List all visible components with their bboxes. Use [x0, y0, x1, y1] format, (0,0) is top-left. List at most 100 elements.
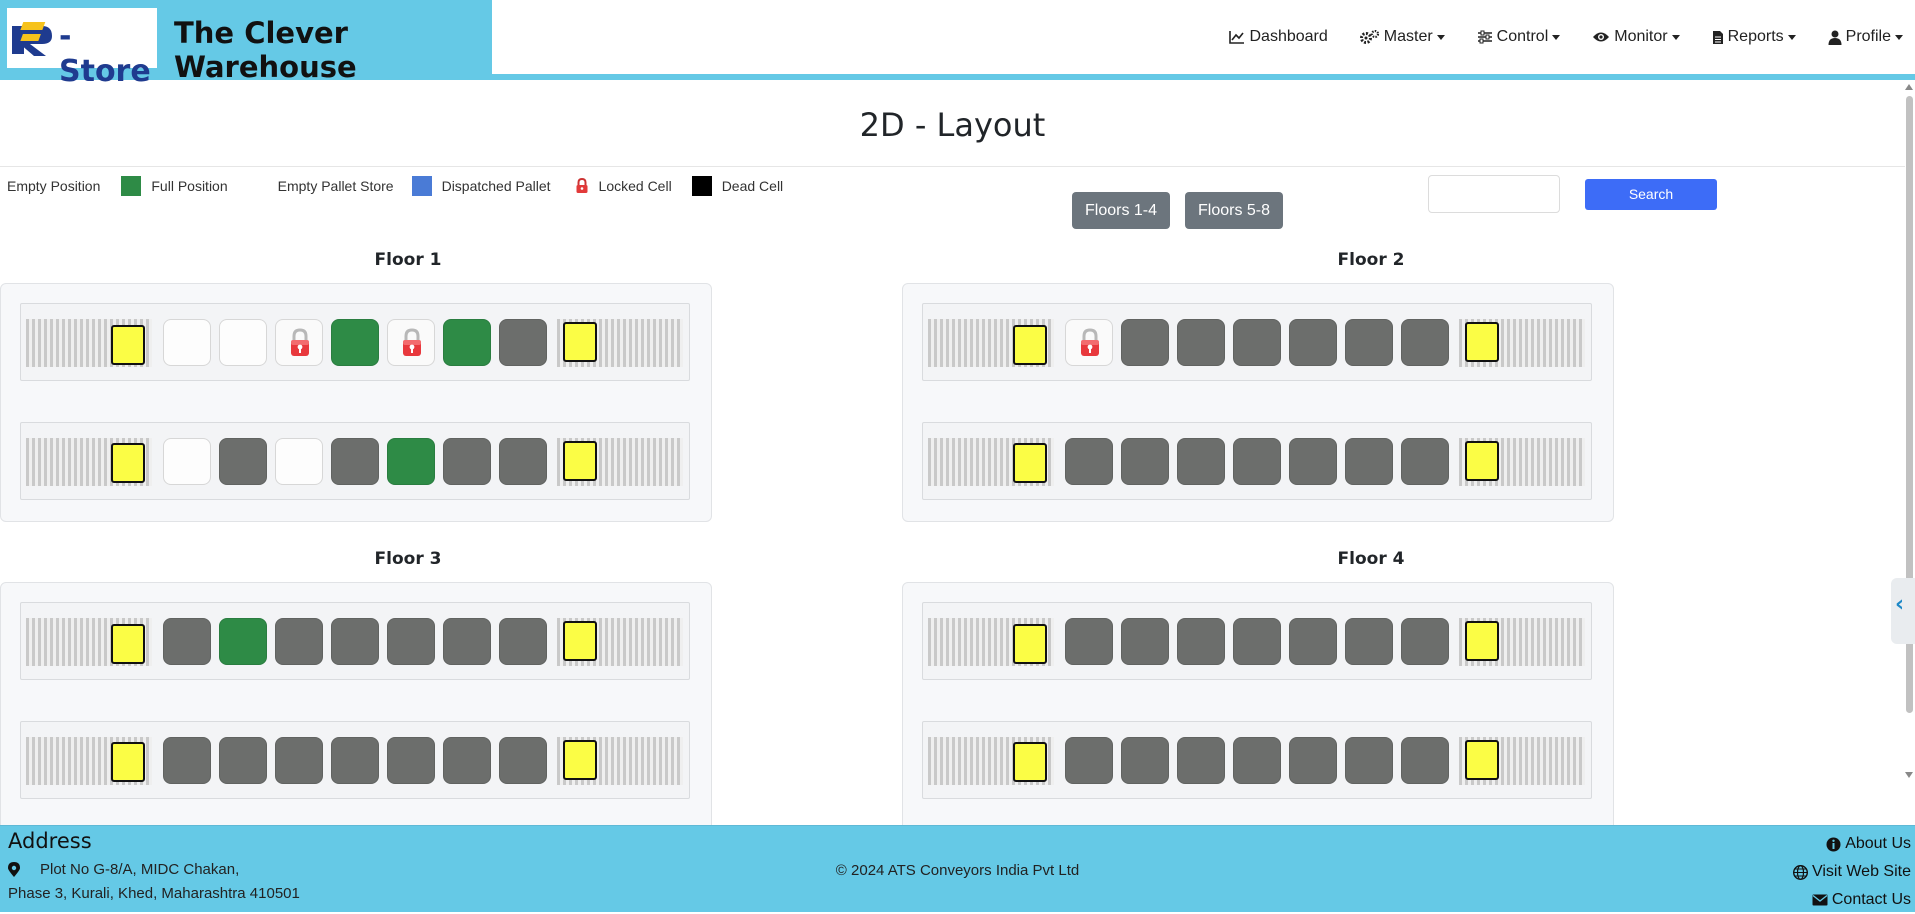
storage-cell-full[interactable]	[219, 618, 267, 665]
gears-icon	[1359, 30, 1379, 44]
storage-cell-store[interactable]	[331, 737, 379, 784]
storage-cell-store[interactable]	[219, 438, 267, 485]
divider	[0, 166, 1905, 167]
storage-cell-store[interactable]	[387, 618, 435, 665]
contact-us-link[interactable]: Contact Us	[1793, 886, 1911, 914]
storage-cell-locked[interactable]	[387, 319, 435, 366]
storage-cell-store[interactable]	[1401, 319, 1449, 366]
storage-cell-store[interactable]	[1065, 618, 1113, 665]
storage-cell-store[interactable]	[275, 737, 323, 784]
storage-cell-store[interactable]	[1345, 737, 1393, 784]
storage-cell-store[interactable]	[275, 618, 323, 665]
floor-2-panel	[902, 283, 1614, 522]
floors-1-4-button[interactable]: Floors 1-4	[1072, 192, 1171, 229]
storage-cell-store[interactable]	[443, 737, 491, 784]
storage-cell-store[interactable]	[1401, 438, 1449, 485]
scroll-down-icon[interactable]	[1905, 772, 1913, 778]
pallet[interactable]	[1465, 621, 1499, 661]
storage-cell-empty[interactable]	[163, 438, 211, 485]
legend-swatch	[411, 176, 432, 196]
storage-cell-store[interactable]	[1177, 618, 1225, 665]
storage-cell-locked[interactable]	[1065, 319, 1113, 366]
about-us-link[interactable]: About Us	[1793, 830, 1911, 858]
storage-cell-store[interactable]	[499, 319, 547, 366]
storage-cell-store[interactable]	[1233, 737, 1281, 784]
pallet[interactable]	[111, 325, 145, 365]
storage-cell-store[interactable]	[1289, 438, 1337, 485]
storage-cell-store[interactable]	[1289, 319, 1337, 366]
storage-cell-store[interactable]	[1345, 618, 1393, 665]
storage-cell-store[interactable]	[1233, 618, 1281, 665]
storage-cell-empty[interactable]	[275, 438, 323, 485]
search-input[interactable]	[1428, 175, 1560, 213]
pallet[interactable]	[111, 742, 145, 782]
storage-cell-store[interactable]	[443, 438, 491, 485]
storage-cell-store[interactable]	[219, 737, 267, 784]
storage-cell-store[interactable]	[499, 737, 547, 784]
pallet[interactable]	[563, 441, 597, 481]
storage-cell-store[interactable]	[499, 618, 547, 665]
legend-swatch	[691, 176, 712, 196]
vertical-scrollbar[interactable]	[1903, 82, 1915, 782]
storage-cell-store[interactable]	[499, 438, 547, 485]
pallet[interactable]	[111, 624, 145, 664]
floors-5-8-button[interactable]: Floors 5-8	[1185, 192, 1284, 229]
storage-cell-store[interactable]	[1401, 737, 1449, 784]
pallet[interactable]	[1465, 441, 1499, 481]
storage-cell-store[interactable]	[1065, 737, 1113, 784]
storage-cell-store[interactable]	[1401, 618, 1449, 665]
side-panel-toggle[interactable]: ‹	[1891, 578, 1915, 644]
storage-cell-store[interactable]	[1121, 438, 1169, 485]
storage-cell-store[interactable]	[1121, 319, 1169, 366]
exit-conveyor	[557, 737, 683, 785]
storage-cell-store[interactable]	[1345, 319, 1393, 366]
storage-cell-store[interactable]	[387, 737, 435, 784]
nav-profile[interactable]: Profile	[1828, 28, 1903, 46]
storage-cell-store[interactable]	[1289, 737, 1337, 784]
info-circle-icon	[1826, 837, 1841, 851]
pallet[interactable]	[1013, 624, 1047, 664]
storage-cell-store[interactable]	[163, 618, 211, 665]
storage-cell-full[interactable]	[331, 319, 379, 366]
scroll-up-icon[interactable]	[1905, 84, 1913, 90]
storage-cell-full[interactable]	[387, 438, 435, 485]
storage-cell-empty[interactable]	[163, 319, 211, 366]
legend-dead-cell: Dead Cell	[691, 176, 783, 196]
pallet[interactable]	[1465, 322, 1499, 362]
storage-cell-store[interactable]	[331, 618, 379, 665]
nav-reports[interactable]: Reports	[1712, 28, 1796, 46]
storage-cell-store[interactable]	[1177, 438, 1225, 485]
nav-master[interactable]: Master	[1359, 28, 1445, 46]
storage-cell-store[interactable]	[331, 438, 379, 485]
pallet[interactable]	[563, 322, 597, 362]
pallet[interactable]	[111, 443, 145, 483]
sliders-icon	[1477, 30, 1492, 44]
visit-website-link[interactable]: Visit Web Site	[1792, 858, 1911, 886]
nav-label: Reports	[1727, 28, 1784, 45]
nav-monitor[interactable]: Monitor	[1592, 28, 1680, 46]
nav-dashboard[interactable]: Dashboard	[1229, 28, 1328, 46]
storage-cell-store[interactable]	[1233, 319, 1281, 366]
storage-cell-store[interactable]	[1065, 438, 1113, 485]
storage-cell-store[interactable]	[1233, 438, 1281, 485]
storage-cell-store[interactable]	[1177, 737, 1225, 784]
storage-cell-full[interactable]	[443, 319, 491, 366]
storage-cell-locked[interactable]	[275, 319, 323, 366]
storage-cell-store[interactable]	[1345, 438, 1393, 485]
nav-control[interactable]: Control	[1477, 28, 1561, 46]
pallet[interactable]	[1465, 740, 1499, 780]
storage-cell-store[interactable]	[1121, 618, 1169, 665]
logo[interactable]: -Store	[7, 8, 157, 89]
storage-cell-store[interactable]	[1177, 319, 1225, 366]
search-button[interactable]: Search	[1585, 179, 1717, 210]
storage-cell-store[interactable]	[163, 737, 211, 784]
storage-cell-store[interactable]	[1289, 618, 1337, 665]
pallet[interactable]	[1013, 443, 1047, 483]
pallet[interactable]	[563, 740, 597, 780]
pallet[interactable]	[563, 621, 597, 661]
storage-cell-store[interactable]	[1121, 737, 1169, 784]
pallet[interactable]	[1013, 325, 1047, 365]
pallet[interactable]	[1013, 742, 1047, 782]
storage-cell-store[interactable]	[443, 618, 491, 665]
storage-cell-empty[interactable]	[219, 319, 267, 366]
